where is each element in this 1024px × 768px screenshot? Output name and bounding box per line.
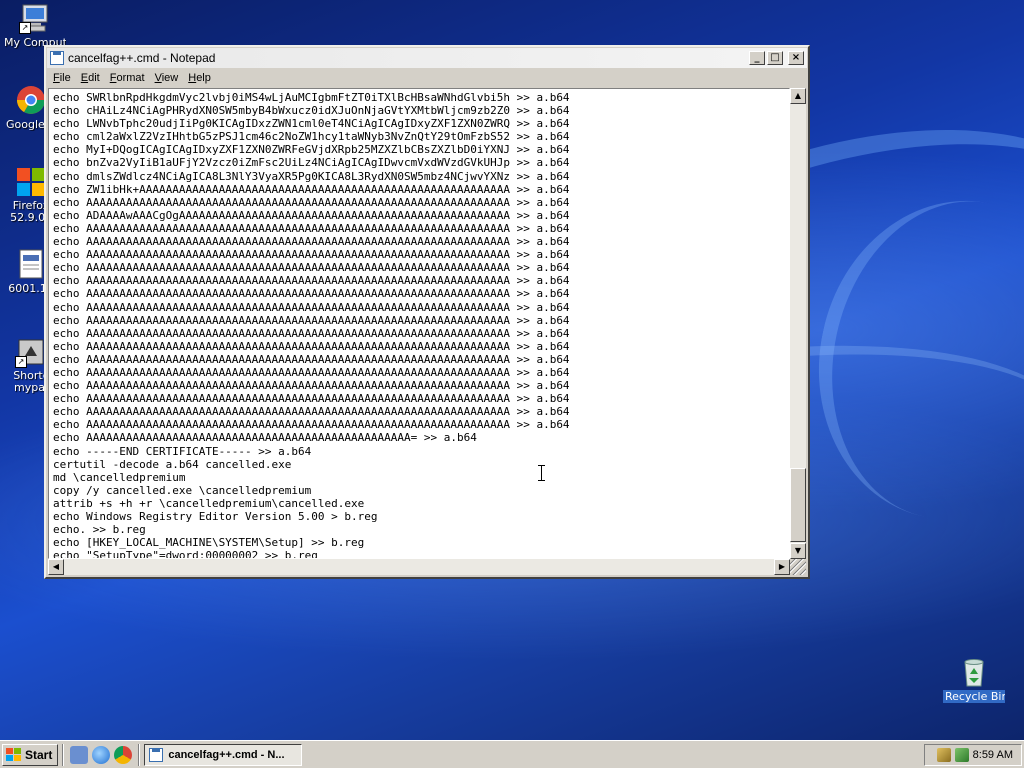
clock[interactable]: 8:59 AM (973, 749, 1013, 761)
close-button[interactable]: × (788, 51, 804, 65)
vertical-scroll-thumb[interactable] (790, 468, 806, 542)
menu-view[interactable]: View (150, 72, 184, 84)
start-label: Start (25, 747, 53, 762)
shortcut-arrow-icon: ↗ (15, 356, 27, 368)
desktop-icon-label: Recycle Bin (943, 690, 1005, 703)
scroll-right-button[interactable]: ▶ (774, 559, 790, 575)
horizontal-scrollbar[interactable]: ◀ ▶ (48, 559, 790, 575)
taskbar-button-notepad[interactable]: cancelfag++.cmd - N... (144, 743, 303, 766)
notepad-window: cancelfag++.cmd - Notepad _ □ × File Edi… (44, 45, 810, 579)
maximize-button[interactable]: □ (767, 51, 783, 65)
scroll-down-button[interactable]: ▼ (790, 543, 806, 559)
chrome-icon (15, 84, 47, 116)
vertical-scrollbar[interactable]: ▲ ▼ (790, 88, 806, 559)
menu-help[interactable]: Help (183, 72, 216, 84)
editor-content[interactable]: echo SWRlbnRpdHkgdmVyc2lvbj0iMS4wLjAuMCI… (49, 89, 789, 558)
minimize-button[interactable]: _ (749, 51, 765, 65)
show-desktop-icon[interactable] (70, 745, 89, 764)
shortcut-icon: ↗ (15, 336, 47, 368)
scroll-up-button[interactable]: ▲ (790, 88, 806, 104)
notepad-icon (149, 747, 164, 762)
taskbar-separator (62, 743, 65, 766)
window-title: cancelfag++.cmd - Notepad (68, 51, 216, 65)
desktop-icon-recycle-bin[interactable]: Recycle Bin (943, 656, 1005, 703)
chrome-icon[interactable] (114, 745, 133, 764)
text-cursor-icon (538, 465, 545, 481)
menu-edit[interactable]: Edit (76, 72, 105, 84)
taskbar-button-label: cancelfag++.cmd - N... (168, 748, 285, 761)
wallpaper-swirl (789, 175, 1024, 545)
desktop-icon-my-computer[interactable]: ↗ My Computer (4, 2, 66, 49)
volume-icon[interactable] (954, 748, 969, 762)
taskbar: Start cancelfag++.cmd - N... 8:59 AM (0, 740, 1024, 768)
menu-format[interactable]: Format (105, 72, 150, 84)
start-button[interactable]: Start (2, 743, 59, 766)
my-computer-icon: ↗ (19, 2, 51, 34)
shortcut-arrow-icon: ↗ (19, 22, 31, 34)
file-icon (15, 248, 47, 280)
text-editor-area[interactable]: echo SWRlbnRpdHkgdmVyc2lvbj0iMS4wLjAuMCI… (48, 88, 790, 559)
notepad-icon (50, 51, 64, 65)
windows-logo-icon (6, 747, 22, 762)
window-titlebar[interactable]: cancelfag++.cmd - Notepad _ □ × (47, 48, 807, 68)
menu-bar: File Edit Format View Help (46, 69, 808, 87)
system-tray: 8:59 AM (924, 744, 1022, 766)
scroll-left-button[interactable]: ◀ (48, 559, 64, 575)
network-icon[interactable] (936, 748, 951, 762)
ie-icon[interactable] (92, 745, 111, 764)
taskbar-separator (138, 743, 141, 766)
firefox-icon (15, 166, 47, 198)
recycle-bin-icon (958, 656, 990, 688)
menu-file[interactable]: File (48, 72, 76, 84)
resize-grip[interactable] (790, 559, 806, 575)
